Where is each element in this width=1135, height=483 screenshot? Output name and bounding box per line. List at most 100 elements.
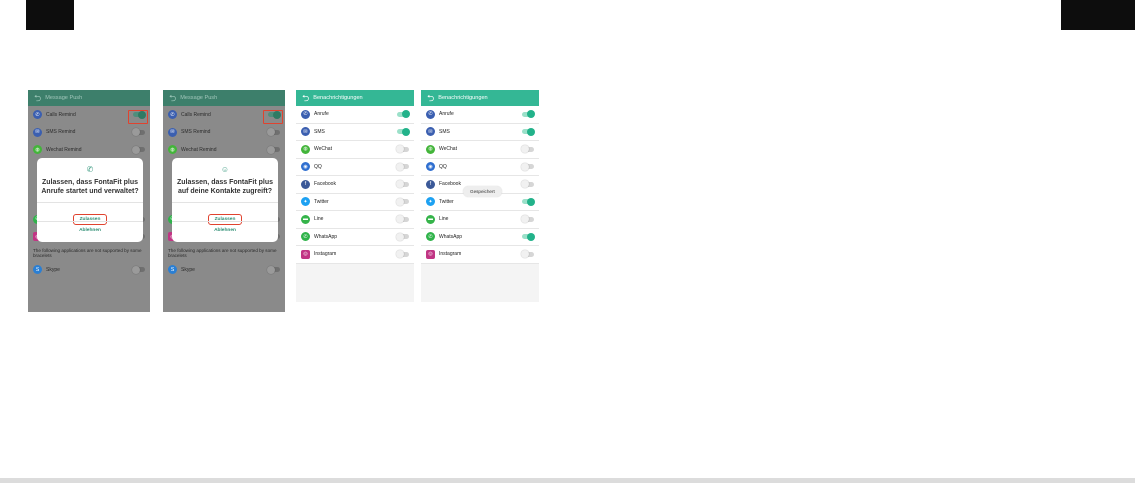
list-item-label: QQ [439, 163, 447, 170]
phone-icon: ✆ [86, 165, 94, 174]
unsupported-note: The following applications are not suppo… [33, 247, 142, 259]
toggle-switch[interactable] [396, 162, 409, 171]
app-header: ⮌ Message Push [163, 90, 285, 106]
list-item-label: Skype [181, 266, 195, 273]
line-icon: ▬ [301, 214, 310, 224]
list-item-label: Anrufe [314, 111, 329, 118]
list-item: ✆ Anrufe [296, 106, 414, 124]
skype-icon: S [33, 265, 42, 275]
toggle-switch[interactable] [267, 265, 280, 274]
toggle-switch[interactable] [132, 145, 145, 154]
header-title: Message Push [180, 95, 218, 101]
list-item-label: WhatsApp [439, 233, 463, 240]
toggle-switch[interactable] [521, 145, 534, 154]
contacts-icon: ☺ [220, 165, 230, 174]
toggle-switch[interactable] [521, 215, 534, 224]
toggle-switch[interactable] [522, 127, 535, 136]
permission-dialog: ✆ Zulassen, dass FontaFit plus Anrufe st… [37, 158, 143, 242]
back-arrow-icon[interactable]: ⮌ [34, 93, 41, 103]
list-item: ◉ QQ [421, 158, 539, 176]
sms-icon: ✉ [168, 127, 177, 137]
wechat-icon: ◍ [33, 145, 42, 155]
toggle-switch[interactable] [396, 250, 409, 259]
list-item-label: Instagram [314, 251, 337, 258]
toggle-switch[interactable] [397, 110, 410, 119]
toggle-switch[interactable] [132, 128, 145, 137]
list-item-label: Anrufe [439, 111, 454, 118]
sms-icon: ✉ [301, 127, 310, 137]
toggle-switch[interactable] [396, 215, 409, 224]
unsupported-note: The following applications are not suppo… [168, 247, 277, 259]
screen-calls-permission: ⮌ Message Push ✆ Calls Remind ✉ SMS Remind ◍… [28, 90, 150, 312]
deny-button[interactable]: Ablehnen [37, 228, 143, 233]
toggle-switch[interactable] [267, 145, 280, 154]
list-item: ◍ WeChat [421, 141, 539, 159]
toggle-switch[interactable] [397, 127, 410, 136]
toggle-switch[interactable] [522, 232, 535, 241]
header-title: Message Push [45, 95, 83, 101]
toggle-switch[interactable] [132, 265, 145, 274]
list-item-label: SMS [314, 128, 325, 135]
list-item: ◉ QQ [296, 158, 414, 176]
allow-button[interactable]: Zulassen [37, 207, 143, 225]
list-item: ◍ Wechat Remind [28, 141, 150, 159]
list-item: ▬ Line [296, 211, 414, 229]
list-item: S Skype [163, 261, 285, 279]
list-item: ◍ WeChat [296, 141, 414, 159]
list-item: ✉ SMS [296, 123, 414, 141]
dialog-message: Zulassen, dass FontaFit plus auf deine K… [176, 179, 274, 195]
app-header: ⮌ Message Push [28, 90, 150, 106]
allow-button[interactable]: Zulassen [172, 207, 278, 225]
list-item-label: SMS Remind [181, 129, 211, 136]
toggle-switch[interactable] [396, 180, 409, 189]
permission-dialog: ☺ Zulassen, dass FontaFit plus auf deine… [172, 158, 278, 242]
wechat-icon: ◍ [426, 144, 435, 154]
screen-notifications-saved: ⮌ Benachrichtigungen ✆ Anrufe ✉ SMS ◍ WeChat ◉… [421, 90, 539, 302]
list-item: ✉ SMS [421, 123, 539, 141]
deny-button[interactable]: Ablehnen [172, 228, 278, 233]
back-arrow-icon[interactable]: ⮌ [169, 93, 176, 103]
skype-icon: S [168, 265, 177, 275]
toggle-switch[interactable] [521, 250, 534, 259]
list-item-label: Twitter [314, 198, 329, 205]
list-item: ✦ Twitter [296, 193, 414, 211]
header-title: Benachrichtigungen [438, 95, 488, 101]
list-item-label: Skype [46, 266, 60, 273]
sms-icon: ✉ [426, 127, 435, 137]
instagram-icon: ◎ [426, 249, 435, 259]
list-item: ✉ SMS Remind [28, 124, 150, 142]
toggle-switch[interactable] [396, 197, 409, 206]
back-arrow-icon[interactable]: ⮌ [427, 93, 434, 103]
twitter-icon: ✦ [426, 197, 435, 207]
facebook-icon: f [426, 179, 435, 189]
screen-contacts-permission: ⮌ Message Push ✆ Calls Remind ✉ SMS Remind ◍… [163, 90, 285, 312]
toggle-switch[interactable] [521, 162, 534, 171]
toggle-switch[interactable] [522, 197, 535, 206]
toggle-switch[interactable] [267, 128, 280, 137]
list-item: ✆ WhatsApp [296, 228, 414, 246]
list-item: ▬ Line [421, 211, 539, 229]
phone-icon: ✆ [168, 110, 177, 120]
header-title: Benachrichtigungen [313, 95, 363, 101]
phone-icon: ✆ [301, 109, 310, 119]
qq-icon: ◉ [301, 162, 310, 172]
list-item-label: SMS Remind [46, 129, 76, 136]
toggle-switch[interactable] [521, 180, 534, 189]
phone-icon: ✆ [33, 110, 42, 120]
list-item-label: Calls Remind [46, 111, 76, 118]
list-item-label: Wechat Remind [181, 146, 217, 153]
whatsapp-icon: ✆ [426, 232, 435, 242]
toggle-switch[interactable] [396, 232, 409, 241]
back-arrow-icon[interactable]: ⮌ [302, 93, 309, 103]
corner-block-right [1061, 0, 1135, 30]
whatsapp-icon: ✆ [301, 232, 310, 242]
toggle-switch[interactable] [396, 145, 409, 154]
highlight-box-toggle [263, 110, 283, 124]
list-item-label: WeChat [439, 146, 457, 153]
bottom-edge [0, 478, 1135, 483]
list-item-label: SMS [439, 128, 450, 135]
list-item: f Facebook [296, 176, 414, 194]
toggle-switch[interactable] [522, 110, 535, 119]
list-item: S Skype [28, 261, 150, 279]
list-item-label: Wechat Remind [46, 146, 82, 153]
